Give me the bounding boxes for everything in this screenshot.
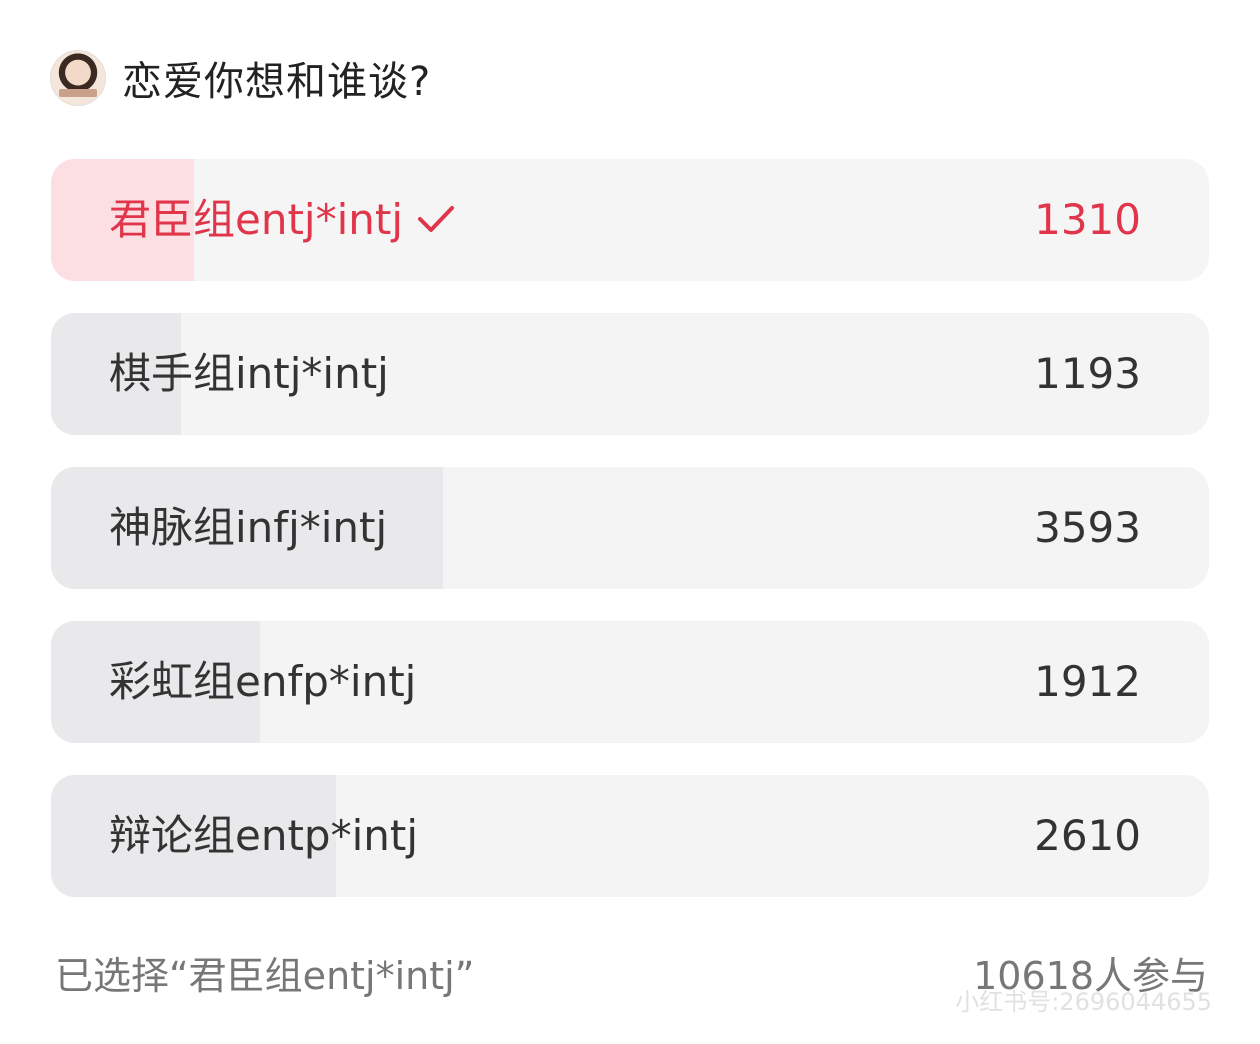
check-icon bbox=[418, 205, 455, 232]
poll-option-3[interactable]: 神脉组infj*intj 3593 bbox=[51, 467, 1209, 589]
option-count: 1912 bbox=[1034, 657, 1141, 706]
poll-option-4[interactable]: 彩虹组enfp*intj 1912 bbox=[51, 621, 1209, 743]
selected-option-text: 已选择“君臣组entj*intj” bbox=[55, 954, 475, 998]
poll-option-5[interactable]: 辩论组entp*intj 2610 bbox=[51, 775, 1209, 897]
avatar[interactable] bbox=[50, 50, 106, 106]
option-count: 3593 bbox=[1034, 503, 1141, 552]
poll-header: 恋爱你想和谁谈? bbox=[50, 50, 431, 106]
option-label: 君臣组entj*intj bbox=[109, 159, 455, 281]
poll-question: 恋爱你想和谁谈? bbox=[122, 59, 432, 105]
option-count: 1310 bbox=[1034, 195, 1141, 244]
poll-option-1[interactable]: 君臣组entj*intj 1310 bbox=[51, 159, 1209, 281]
poll-options: 君臣组entj*intj 1310 棋手组intj*intj 1193 神脉组i… bbox=[51, 159, 1209, 929]
poll-option-2[interactable]: 棋手组intj*intj 1193 bbox=[51, 313, 1209, 435]
option-count: 1193 bbox=[1034, 349, 1141, 398]
option-label: 棋手组intj*intj bbox=[109, 349, 389, 398]
option-label: 彩虹组enfp*intj bbox=[109, 657, 417, 706]
option-label: 辩论组entp*intj bbox=[109, 811, 419, 860]
watermark: 小红书号:2696044655 bbox=[955, 988, 1212, 1016]
option-count: 2610 bbox=[1034, 811, 1141, 860]
option-label: 神脉组infj*intj bbox=[109, 503, 388, 552]
